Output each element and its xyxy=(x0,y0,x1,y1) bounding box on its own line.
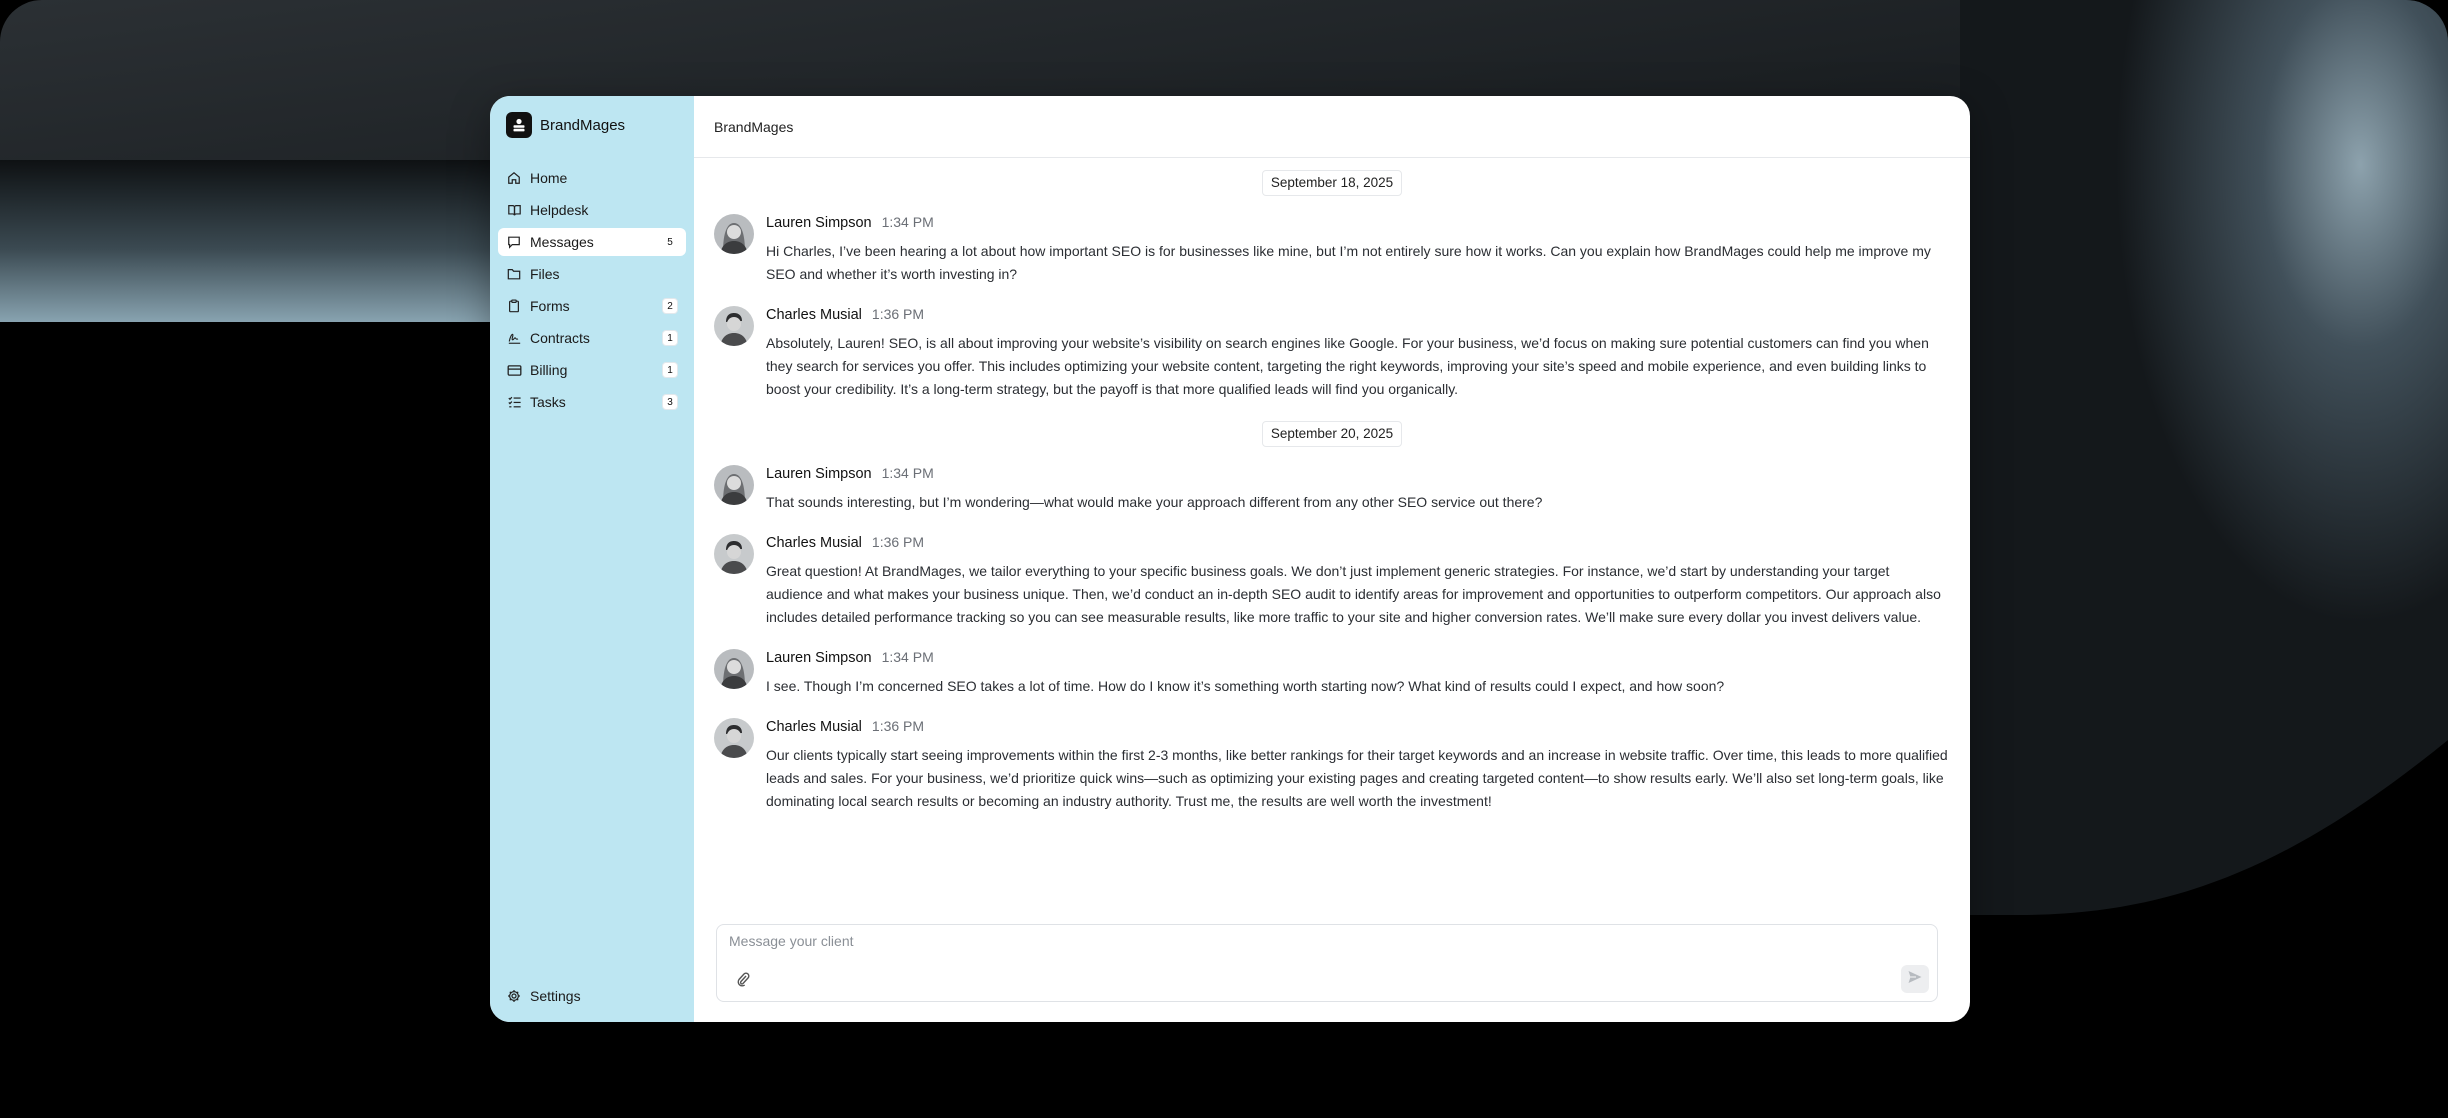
messages-panel: BrandMages September 18, 2025 Lauren Sim… xyxy=(694,96,1970,1022)
sender-name: Lauren Simpson xyxy=(766,215,872,231)
sidebar: BrandMages Home Helpdesk Messages 5 File… xyxy=(490,96,694,1022)
message-time: 1:34 PM xyxy=(881,465,934,481)
count-badge: 3 xyxy=(662,394,678,410)
brand-logo-icon xyxy=(506,112,532,138)
app-window: BrandMages Home Helpdesk Messages 5 File… xyxy=(490,96,1970,1022)
message-item: Lauren Simpson 1:34 PM I see. Though I’m … xyxy=(714,649,1950,698)
sidebar-item-label: Files xyxy=(530,266,560,282)
sidebar-item-messages[interactable]: Messages 5 xyxy=(498,228,686,256)
date-separator: September 20, 2025 xyxy=(1261,421,1403,447)
sidebar-item-settings[interactable]: Settings xyxy=(506,982,581,1010)
sidebar-item-label: Helpdesk xyxy=(530,202,589,218)
count-badge: 1 xyxy=(662,330,678,346)
avatar[interactable] xyxy=(714,718,754,758)
date-separator: September 18, 2025 xyxy=(1261,170,1403,196)
sidebar-item-contracts[interactable]: Contracts 1 xyxy=(498,324,686,352)
message-time: 1:36 PM xyxy=(871,534,925,550)
avatar[interactable] xyxy=(714,465,754,505)
credit-card-icon xyxy=(506,362,522,378)
message-item: Charles Musial 1:36 PM Great question! At… xyxy=(714,534,1950,629)
sender-name: Charles Musial xyxy=(766,535,862,551)
avatar[interactable] xyxy=(714,534,754,574)
gear-icon xyxy=(506,988,522,1004)
sender-name: Charles Musial xyxy=(766,719,862,735)
message-thread: September 18, 2025 Lauren Simpson 1:34 PM… xyxy=(714,158,1950,813)
message-item: Lauren Simpson 1:34 PM That sounds intere… xyxy=(714,465,1950,514)
sender-name: Lauren Simpson xyxy=(766,650,872,666)
message-composer xyxy=(716,924,1938,1002)
header: BrandMages xyxy=(694,96,1970,158)
sidebar-item-files[interactable]: Files xyxy=(498,260,686,288)
message-text: Our clients typically start seeing impro… xyxy=(766,747,1948,809)
sidebar-item-label: Tasks xyxy=(530,394,566,410)
message-time: 1:34 PM xyxy=(881,649,934,665)
message-item: Charles Musial 1:36 PM Our clients typica… xyxy=(714,718,1950,813)
sender-name: Lauren Simpson xyxy=(766,466,872,482)
folder-icon xyxy=(506,266,522,282)
checklist-icon xyxy=(506,394,522,410)
sidebar-item-helpdesk[interactable]: Helpdesk xyxy=(498,196,686,224)
message-text: Great question! At BrandMages, we tailor… xyxy=(766,563,1941,625)
sidebar-item-label: Messages xyxy=(530,234,594,250)
message-icon xyxy=(506,234,522,250)
sidebar-item-tasks[interactable]: Tasks 3 xyxy=(498,388,686,416)
count-badge: 5 xyxy=(662,234,678,250)
message-item: Charles Musial 1:36 PM Absolutely, Lauren… xyxy=(714,306,1950,401)
signature-icon xyxy=(506,330,522,346)
sidebar-item-billing[interactable]: Billing 1 xyxy=(498,356,686,384)
clipboard-icon xyxy=(506,298,522,314)
message-text: Absolutely, Lauren! SEO, is all about im… xyxy=(766,335,1929,397)
avatar[interactable] xyxy=(714,214,754,254)
page-title: BrandMages xyxy=(714,118,794,135)
message-text: I see. Though I’m concerned SEO takes a … xyxy=(766,678,1725,694)
message-text: That sounds interesting, but I’m wonderi… xyxy=(766,494,1543,510)
home-icon xyxy=(506,170,522,186)
sidebar-item-forms[interactable]: Forms 2 xyxy=(498,292,686,320)
message-item: Lauren Simpson 1:34 PM Hi Charles, I’ve b… xyxy=(714,214,1950,286)
message-input[interactable] xyxy=(729,933,1925,949)
avatar[interactable] xyxy=(714,649,754,689)
sidebar-item-home[interactable]: Home xyxy=(498,164,686,192)
avatar[interactable] xyxy=(714,306,754,346)
settings-label: Settings xyxy=(530,988,581,1004)
sidebar-item-label: Billing xyxy=(530,362,568,378)
message-time: 1:36 PM xyxy=(871,718,925,734)
brand-name: BrandMages xyxy=(540,116,626,134)
sidebar-nav: Home Helpdesk Messages 5 Files Forms 2 C… xyxy=(498,164,686,420)
brand[interactable]: BrandMages xyxy=(506,112,625,138)
book-icon xyxy=(506,202,522,218)
count-badge: 2 xyxy=(662,298,678,314)
sidebar-item-label: Contracts xyxy=(530,330,590,346)
sidebar-item-label: Home xyxy=(530,170,568,186)
message-text: Hi Charles, I’ve been hearing a lot abou… xyxy=(766,243,1931,282)
send-icon xyxy=(1907,969,1923,990)
send-button[interactable] xyxy=(1901,965,1929,993)
count-badge: 1 xyxy=(662,362,678,378)
message-time: 1:34 PM xyxy=(881,214,934,230)
sender-name: Charles Musial xyxy=(766,307,862,323)
message-time: 1:36 PM xyxy=(871,306,925,322)
sidebar-item-label: Forms xyxy=(530,298,570,314)
paperclip-icon[interactable] xyxy=(735,971,753,989)
